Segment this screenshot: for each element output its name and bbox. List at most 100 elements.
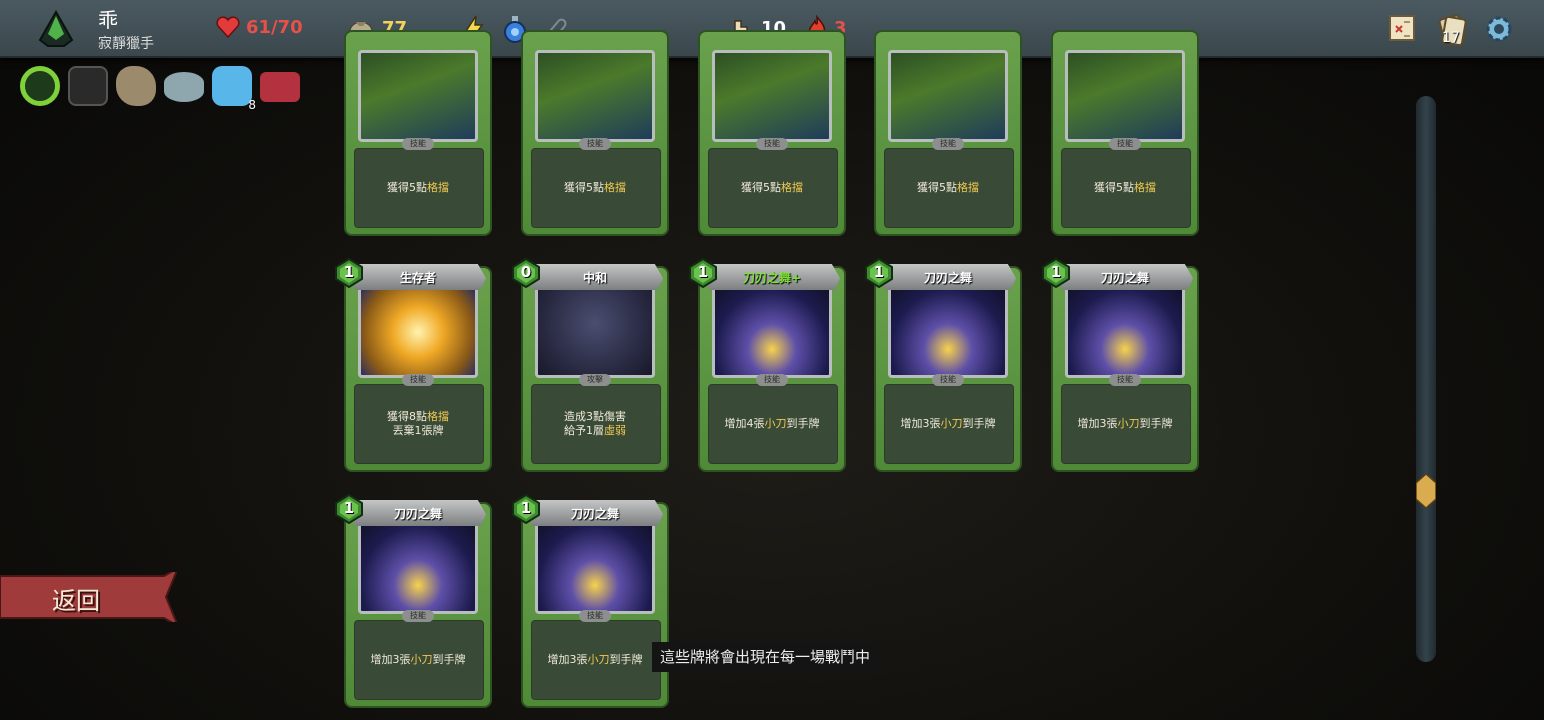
potion-bottle-relic-icon[interactable]: 8 [212,66,256,112]
map-scroll-icon [1389,15,1415,41]
energy-cost-orb: 1 [511,493,541,525]
card-type: 技能 [756,374,788,386]
card-name: 刀刃之舞 [1100,271,1149,285]
energy-cost-value: 0 [520,263,532,281]
card-type: 技能 [756,138,788,150]
card-description: 獲得5點 格擋 [917,181,979,194]
card-type: 技能 [402,610,434,622]
energy-cost-orb: 1 [688,257,718,289]
deck-card[interactable]: 中和 攻擊 造成3點傷害 給予1層虛弱 0 [512,257,669,472]
card-title-banner: 中和 [527,264,663,290]
energy-cost-value: 1 [1050,263,1062,281]
deck-card[interactable]: 刀刃之舞 技能 增加3張 小刀 到手牌 1 [335,493,492,708]
card-name: 刀刃之舞 [570,507,619,521]
relic-bar: 8 [20,66,300,112]
scrollbar-thumb[interactable] [1416,474,1436,508]
card-art [358,286,478,378]
card-type: 技能 [932,374,964,386]
back-button[interactable]: 返回 [0,565,181,629]
card-art [535,50,655,142]
scrollbar-track [1416,96,1436,662]
card-description: 獲得5點 格擋 [387,181,449,194]
energy-cost-value: 1 [697,263,709,281]
deck-card[interactable]: 技能 獲得5點 格擋 [344,28,492,236]
card-art [712,286,832,378]
card-name: 刀刃之舞 [923,271,972,285]
card-type: 技能 [579,610,611,622]
settings-button[interactable] [1482,12,1516,46]
energy-cost-value: 1 [520,499,532,517]
card-type: 技能 [1109,374,1141,386]
card-name: 中和 [582,271,607,285]
gear-icon [1486,16,1512,42]
card-art [1065,50,1185,142]
card-art [535,286,655,378]
player-class: 寂靜獵手 [98,36,154,52]
card-description: 增加4張 小刀 到手牌 [724,417,820,430]
card-art [1065,286,1185,378]
deck-card[interactable]: 刀刃之舞+ 技能 增加4張 小刀 到手牌 1 [689,257,846,472]
energy-cost-orb: 1 [864,257,894,289]
card-type: 技能 [402,374,434,386]
energy-cost-value: 1 [873,263,885,281]
deck-card[interactable]: 刀刃之舞 技能 增加3張 小刀 到手牌 1 [865,257,1022,472]
energy-cost-orb: 1 [1041,257,1071,289]
card-title-banner: 刀刃之舞 [527,500,663,526]
energy-cost-orb: 1 [334,257,364,289]
card-description: 增加3張 小刀 到手牌 [900,417,996,430]
energy-cost-orb: 1 [334,493,364,525]
dark-box-relic-icon[interactable] [68,66,108,106]
card-title-banner: 刀刃之舞 [1057,264,1193,290]
hp-display[interactable]: 61/70 [216,16,303,38]
deck-card[interactable]: 技能 獲得5點 格擋 [874,28,1022,236]
card-name: 刀刃之舞+ [742,271,802,285]
tooltip: 這些牌將會出現在每一場戰鬥中 [652,642,879,672]
card-art [888,286,1008,378]
card-name: 生存者 [399,271,436,285]
energy-cost-value: 1 [343,499,355,517]
card-description: 獲得5點 格擋 [564,181,626,194]
smooth-stone-relic-icon[interactable] [164,72,204,102]
card-type: 技能 [402,138,434,150]
card-art [358,50,478,142]
deck-button[interactable]: 17 [1434,12,1470,48]
card-description: 獲得5點 格擋 [1094,181,1156,194]
hp-text: 61/70 [246,16,303,38]
player-name: 乖 [98,8,118,32]
map-button[interactable] [1384,12,1420,46]
card-description: 增加3張 小刀 到手牌 [547,653,643,666]
card-art [358,522,478,614]
deck-count: 17 [1442,30,1460,46]
card-type: 技能 [579,138,611,150]
ring-of-snake-icon[interactable] [20,66,60,106]
deck-card[interactable]: 刀刃之舞 技能 增加3張 小刀 到手牌 1 [512,493,669,708]
card-title-banner: 刀刃之舞 [880,264,1016,290]
card-type: 技能 [1109,138,1141,150]
scrollbar[interactable] [1414,96,1438,662]
card-description: 獲得8點格擋 丟棄1張牌 [387,410,449,437]
deck-card[interactable]: 生存者 技能 獲得8點格擋 丟棄1張牌 1 [335,257,492,472]
card-title-banner: 刀刃之舞+ [704,264,840,290]
relic-counter: 8 [248,98,256,112]
card-description: 增加3張 小刀 到手牌 [1077,417,1173,430]
card-name: 刀刃之舞 [393,507,442,521]
card-art [888,50,1008,142]
back-label: 返回 [52,587,100,615]
card-title-banner: 生存者 [350,264,486,290]
card-description: 增加3張 小刀 到手牌 [370,653,466,666]
energy-cost-orb: 0 [511,257,541,289]
card-description: 造成3點傷害 給予1層虛弱 [564,410,626,437]
pouch-relic-icon[interactable] [116,66,156,106]
chest-relic-icon[interactable] [260,72,300,102]
card-type: 攻擊 [579,374,611,386]
card-art [535,522,655,614]
deck-card[interactable]: 技能 獲得5點 格擋 [698,28,846,236]
deck-card[interactable]: 技能 獲得5點 格擋 [521,28,669,236]
deck-card[interactable]: 刀刃之舞 技能 增加3張 小刀 到手牌 1 [1042,257,1199,472]
card-art [712,50,832,142]
card-description: 獲得5點 格擋 [741,181,803,194]
deck-card[interactable]: 技能 獲得5點 格擋 [1051,28,1199,236]
card-type: 技能 [932,138,964,150]
character-icon[interactable] [34,10,78,50]
card-title-banner: 刀刃之舞 [350,500,486,526]
